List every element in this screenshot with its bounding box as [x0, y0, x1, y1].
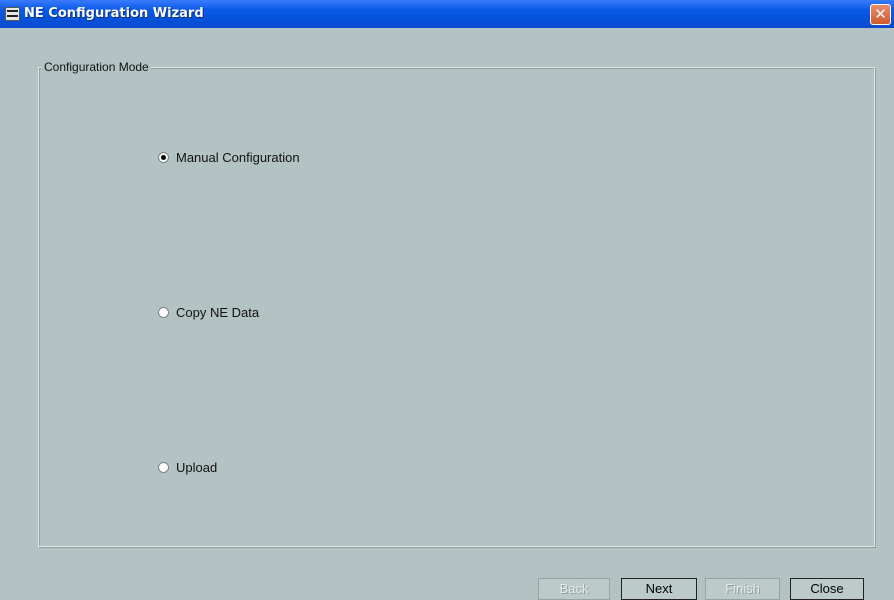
close-button[interactable]: Close	[790, 578, 864, 600]
radio-manual-configuration[interactable]: Manual Configuration	[158, 150, 300, 165]
window-close-button[interactable]: ✕	[870, 4, 891, 25]
back-button[interactable]: Back	[538, 578, 610, 600]
configuration-mode-legend: Configuration Mode	[42, 60, 151, 74]
radio-unselected-icon[interactable]	[158, 307, 169, 318]
radio-copy-ne-data[interactable]: Copy NE Data	[158, 305, 259, 320]
radio-unselected-icon[interactable]	[158, 462, 169, 473]
next-button[interactable]: Next	[621, 578, 697, 600]
window-title: NE Configuration Wizard	[24, 6, 204, 21]
radio-upload[interactable]: Upload	[158, 460, 217, 475]
radio-label: Copy NE Data	[176, 305, 260, 320]
radio-selected-icon[interactable]	[158, 152, 169, 163]
radio-label: Manual Configuration	[176, 150, 300, 165]
title-bar[interactable]: NE Configuration Wizard ✕	[0, 0, 894, 28]
app-logo-icon	[5, 7, 20, 21]
radio-label: Upload	[176, 460, 218, 475]
finish-button[interactable]: Finish	[705, 578, 780, 600]
